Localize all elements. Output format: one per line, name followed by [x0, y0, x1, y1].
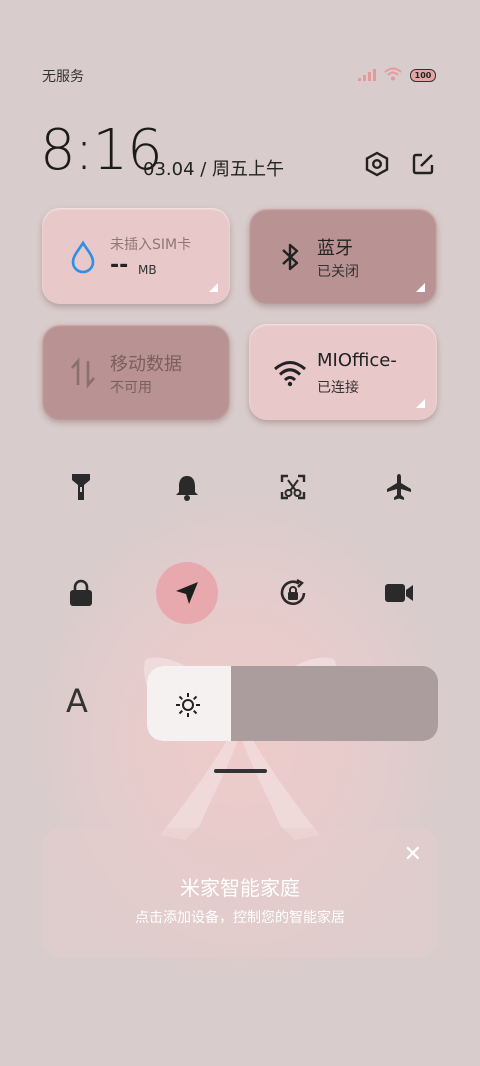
- mobile-data-status: 不可用: [110, 380, 152, 396]
- screenshot-toggle[interactable]: [262, 456, 324, 518]
- bluetooth-title: 蓝牙: [317, 238, 353, 259]
- bluetooth-status: 已关闭: [317, 264, 359, 280]
- wifi-status: 已连接: [317, 380, 359, 396]
- battery-icon: 100: [410, 69, 436, 82]
- airplane-mode-toggle[interactable]: [368, 456, 430, 518]
- font-size-button[interactable]: A: [66, 682, 88, 720]
- video-icon: [385, 584, 413, 602]
- silent-toggle[interactable]: [156, 456, 218, 518]
- data-usage-value: --: [110, 253, 129, 278]
- screen-recorder-toggle[interactable]: [368, 562, 430, 624]
- wifi-status-icon: [384, 66, 402, 85]
- settings-button[interactable]: [363, 150, 391, 178]
- screenshot-icon: [280, 474, 306, 500]
- brightness-slider[interactable]: [147, 666, 438, 741]
- mobile-data-tile[interactable]: 移动数据 不可用: [42, 324, 230, 420]
- status-icons: 100: [358, 66, 436, 85]
- airplane-icon: [387, 474, 411, 500]
- rotation-lock-icon: [280, 578, 306, 606]
- lock-icon: [70, 579, 92, 606]
- sim-status-label: 未插入SIM卡: [110, 237, 192, 253]
- wifi-network-name: MIOffice-: [317, 350, 397, 371]
- settings-icon: [365, 151, 389, 177]
- data-usage-tile[interactable]: 未插入SIM卡 -- MB: [42, 208, 230, 304]
- data-usage-unit: MB: [138, 263, 157, 277]
- bell-icon: [176, 476, 198, 501]
- expand-corner-icon: [416, 283, 425, 292]
- rotation-lock-toggle[interactable]: [262, 562, 324, 624]
- location-icon: [176, 582, 198, 604]
- drag-handle[interactable]: [214, 769, 267, 773]
- smart-home-card[interactable]: ✕ 米家智能家庭 点击添加设备，控制您的智能家居: [42, 828, 438, 958]
- date: 03.04 / 周五上午: [143, 159, 285, 180]
- mobile-data-title: 移动数据: [110, 354, 182, 375]
- location-toggle[interactable]: [156, 562, 218, 624]
- smart-home-subtitle: 点击添加设备，控制您的智能家居: [135, 910, 345, 926]
- wifi-icon: [273, 356, 307, 390]
- signal-icon: [358, 66, 376, 85]
- edit-icon: [412, 153, 434, 175]
- close-icon[interactable]: ✕: [404, 842, 422, 867]
- brightness-icon: [176, 693, 200, 717]
- flashlight-toggle[interactable]: [50, 456, 112, 518]
- water-drop-icon: [66, 240, 100, 274]
- mobile-data-icon: [66, 356, 100, 390]
- carrier-status: 无服务: [42, 69, 84, 85]
- expand-corner-icon: [416, 399, 425, 408]
- edit-button[interactable]: [409, 150, 437, 178]
- expand-corner-icon: [209, 283, 218, 292]
- bluetooth-tile[interactable]: 蓝牙 已关闭: [249, 208, 437, 304]
- wifi-tile[interactable]: MIOffice- 已连接: [249, 324, 437, 420]
- bluetooth-icon: [273, 240, 307, 274]
- smart-home-title: 米家智能家庭: [180, 876, 300, 900]
- flashlight-icon: [72, 474, 90, 500]
- lock-screen-toggle[interactable]: [50, 562, 112, 624]
